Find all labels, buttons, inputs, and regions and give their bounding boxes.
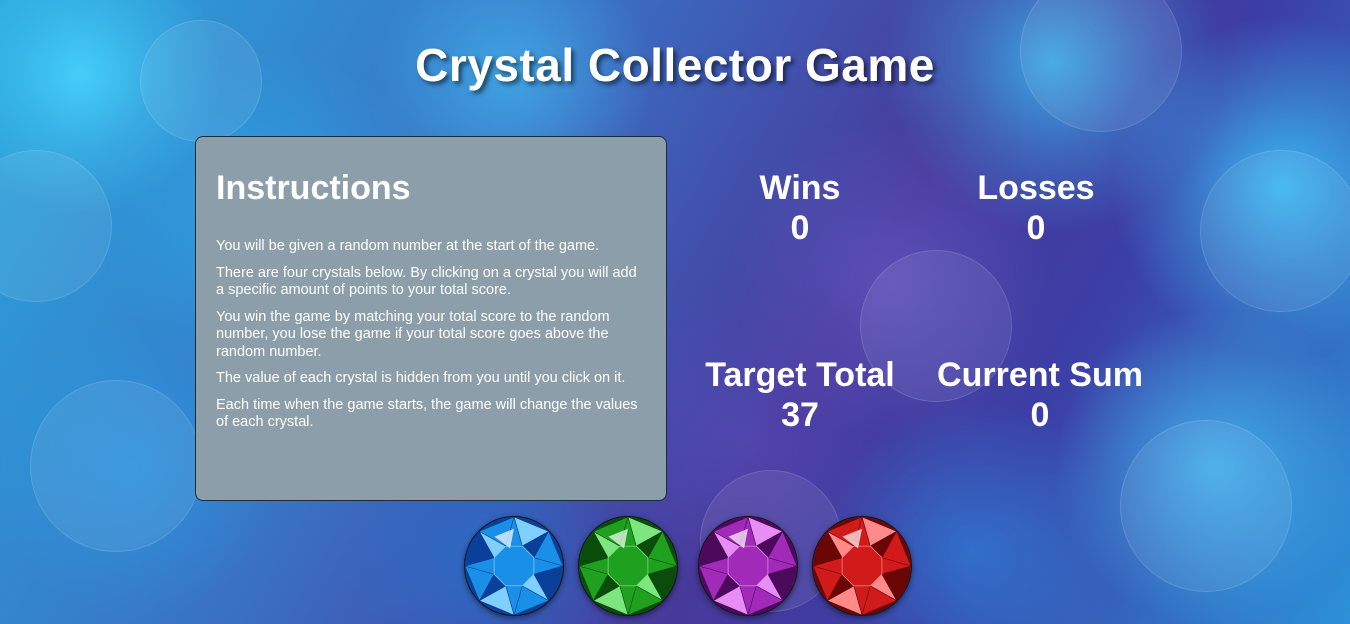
page-title: Crystal Collector Game bbox=[415, 39, 935, 91]
bokeh-decoration bbox=[30, 380, 202, 552]
red-crystal-icon bbox=[813, 517, 911, 615]
blue-crystal-icon bbox=[465, 517, 563, 615]
current-sum-value: 0 bbox=[1030, 396, 1050, 434]
target-total-stat: Target Total 37 bbox=[690, 355, 910, 435]
green-crystal-icon bbox=[579, 517, 677, 615]
losses-value: 0 bbox=[1026, 209, 1046, 247]
target-total-label: Target Total bbox=[705, 356, 895, 394]
losses-stat: Losses 0 bbox=[936, 168, 1136, 248]
bokeh-decoration bbox=[1200, 150, 1350, 312]
instruction-paragraph: You will be given a random number at the… bbox=[216, 238, 600, 254]
instructions-panel: Instructions You will be given a random … bbox=[195, 136, 667, 501]
instruction-paragraph: Each time when the game starts, the game… bbox=[216, 396, 638, 431]
losses-label: Losses bbox=[977, 169, 1095, 207]
green-crystal-button[interactable] bbox=[578, 516, 678, 616]
wins-stat: Wins 0 bbox=[700, 168, 900, 248]
target-total-value: 37 bbox=[781, 396, 819, 434]
wins-value: 0 bbox=[790, 209, 810, 247]
instruction-paragraph: There are four crystals below. By clicki… bbox=[216, 264, 637, 299]
current-sum-stat: Current Sum 0 bbox=[920, 355, 1160, 435]
purple-crystal-icon bbox=[699, 517, 797, 615]
instructions-heading: Instructions bbox=[216, 169, 411, 207]
bokeh-decoration bbox=[1120, 420, 1292, 592]
red-crystal-button[interactable] bbox=[812, 516, 912, 616]
instruction-paragraph: You win the game by matching your total … bbox=[216, 308, 610, 360]
current-sum-label: Current Sum bbox=[937, 356, 1143, 394]
blue-crystal-button[interactable] bbox=[464, 516, 564, 616]
instruction-paragraph: The value of each crystal is hidden from… bbox=[216, 370, 626, 386]
purple-crystal-button[interactable] bbox=[698, 516, 798, 616]
bokeh-decoration bbox=[0, 150, 112, 302]
wins-label: Wins bbox=[759, 169, 841, 207]
